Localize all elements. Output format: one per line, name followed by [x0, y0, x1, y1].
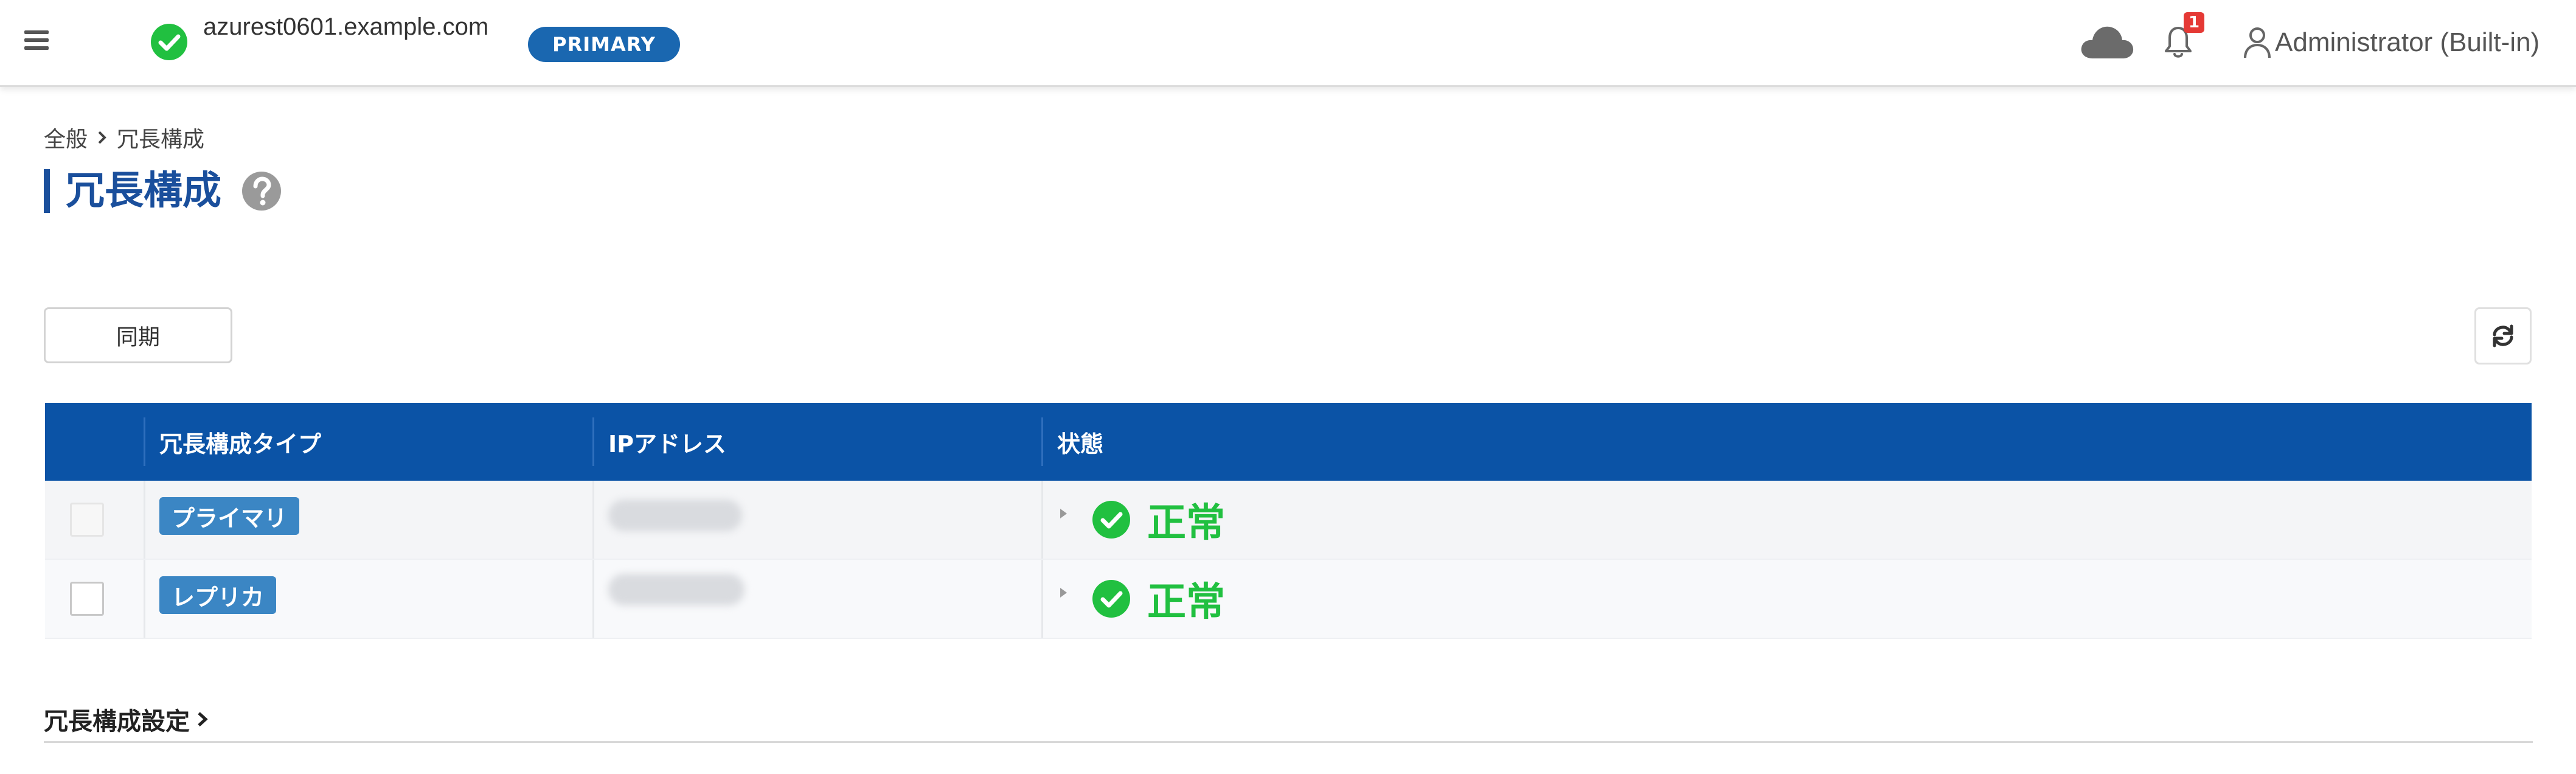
- ip-cell: [592, 560, 1041, 638]
- table-row[interactable]: レプリカ 正常: [45, 560, 2532, 639]
- status-text: 正常: [1147, 580, 1225, 625]
- notification-count-badge: 1: [2184, 12, 2204, 33]
- row-checkbox: [70, 503, 104, 537]
- cloud-icon[interactable]: [2079, 23, 2135, 60]
- header-select-column: [45, 403, 144, 481]
- breadcrumb-current: 冗長構成: [117, 127, 205, 152]
- expand-triangle-icon[interactable]: [1057, 506, 1069, 521]
- chevron-right-icon: [98, 131, 106, 144]
- user-name: Administrator (Built-in): [2275, 27, 2540, 57]
- row-select-cell: [45, 481, 144, 559]
- check-circle-icon: [1092, 501, 1130, 539]
- section-title: 冗長構成設定: [44, 708, 190, 736]
- status-text: 正常: [1147, 501, 1225, 546]
- type-cell: レプリカ: [144, 560, 592, 638]
- column-header-type[interactable]: 冗長構成タイプ: [144, 403, 592, 481]
- column-header-ip[interactable]: IPアドレス: [592, 403, 1041, 481]
- row-select-cell: [45, 560, 144, 638]
- type-badge: レプリカ: [159, 576, 277, 614]
- user-menu[interactable]: Administrator (Built-in): [2243, 23, 2540, 62]
- user-icon: [2244, 27, 2271, 58]
- role-badge: PRIMARY: [528, 27, 680, 62]
- notifications-button[interactable]: 1: [2161, 12, 2209, 67]
- sync-button[interactable]: 同期: [44, 307, 232, 363]
- chevron-right-icon: [198, 712, 208, 727]
- top-bar: azurest0601.example.com PRIMARY 1 Admini…: [0, 0, 2576, 87]
- expand-triangle-icon[interactable]: [1057, 585, 1069, 600]
- help-icon[interactable]: [241, 170, 282, 212]
- table-header: 冗長構成タイプ IPアドレス 状態: [45, 403, 2532, 481]
- check-circle-icon: [1092, 580, 1130, 618]
- page-header: 冗長構成: [44, 166, 282, 217]
- menu-icon[interactable]: [24, 30, 49, 50]
- ip-address-redacted: [608, 574, 745, 605]
- page-title: 冗長構成: [66, 169, 221, 214]
- hostname: azurest0601.example.com: [203, 13, 489, 40]
- status-cell: 正常: [1041, 560, 2532, 638]
- title-accent-bar: [44, 169, 50, 213]
- row-checkbox[interactable]: [70, 582, 104, 616]
- section-divider: [44, 741, 2533, 743]
- type-badge: プライマリ: [159, 497, 300, 535]
- column-header-status[interactable]: 状態: [1041, 403, 2532, 481]
- ip-cell: [592, 481, 1041, 559]
- ip-address-redacted: [608, 500, 742, 531]
- breadcrumb-parent-link[interactable]: 全般: [44, 122, 88, 153]
- type-cell: プライマリ: [144, 481, 592, 559]
- status-cell: 正常: [1041, 481, 2532, 559]
- table-row[interactable]: プライマリ 正常: [45, 481, 2532, 560]
- redundancy-settings-link[interactable]: 冗長構成設定: [44, 700, 209, 739]
- breadcrumb: 全般 冗長構成: [44, 119, 204, 156]
- redundancy-table: 冗長構成タイプ IPアドレス 状態 プライマリ 正常 レプリカ 正常: [45, 403, 2532, 639]
- refresh-icon: [2493, 324, 2513, 347]
- refresh-button[interactable]: [2474, 307, 2532, 364]
- check-circle-icon: [151, 24, 187, 60]
